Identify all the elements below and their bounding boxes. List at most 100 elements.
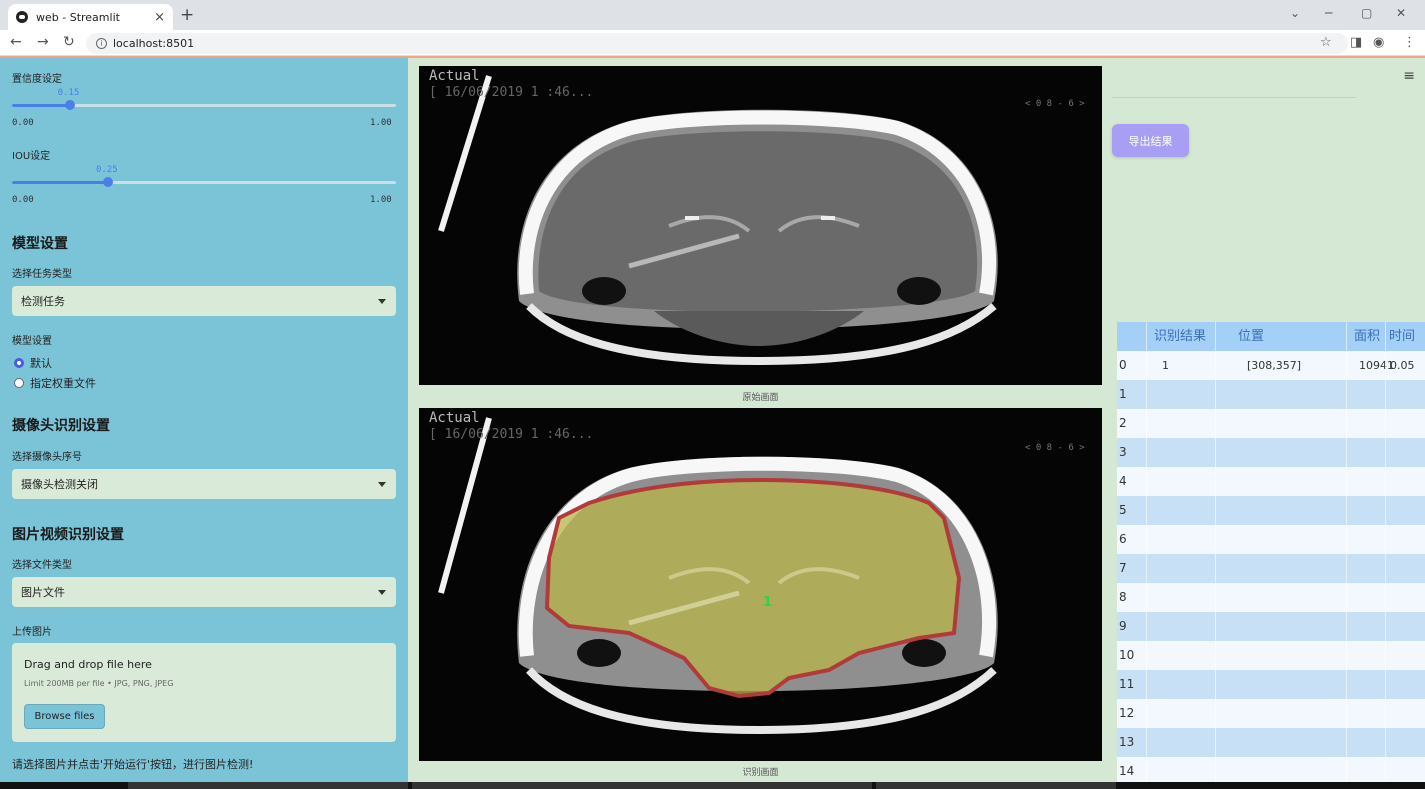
column-header[interactable] [1119, 322, 1149, 351]
export-results-button[interactable]: 导出结果 [1112, 124, 1189, 157]
position-cell [1247, 525, 1357, 554]
profile-avatar-icon[interactable]: ◉ [1373, 35, 1384, 50]
original-caption: 原始画面 [742, 393, 779, 403]
overlay-date-2: [ 16/06/2019 1 :46... [429, 427, 593, 442]
position-cell [1247, 380, 1357, 409]
iou-slider[interactable] [12, 177, 396, 187]
reload-icon[interactable]: ↻ [63, 34, 75, 50]
overlay-date: [ 16/06/2019 1 :46... [429, 85, 593, 100]
column-header[interactable]: 识别结果 [1154, 322, 1234, 351]
ct-scan-original: Actual [ 16/06/2019 1 :46... < 0 8 - 6 > [419, 66, 1102, 385]
minimize-icon[interactable]: ─ [1325, 6, 1332, 20]
url-input[interactable]: i localhost:8501 [86, 33, 1348, 54]
table-row[interactable]: 12 [1117, 699, 1425, 728]
position-cell [1247, 438, 1357, 467]
result-cell [1162, 467, 1242, 496]
site-info-icon[interactable]: i [96, 38, 107, 49]
time-cell [1390, 554, 1425, 583]
tab-search-icon[interactable]: ⌄ [1290, 6, 1300, 20]
window-close-icon[interactable]: ✕ [1396, 6, 1406, 20]
time-cell [1390, 583, 1425, 612]
radio-custom-label: 指定权重文件 [30, 377, 96, 390]
upload-label: 上传图片 [12, 627, 52, 638]
row-index: 5 [1119, 503, 1127, 517]
browser-tab-bar: web - Streamlit × + ⌄ ─ ▢ ✕ [0, 0, 1425, 30]
sidebar: 置信度设定 0.15 0.00 1.00 IOU设定 0.25 0.00 1.0… [0, 58, 408, 782]
table-row[interactable]: 5 [1117, 496, 1425, 525]
table-row[interactable]: 6 [1117, 525, 1425, 554]
table-row[interactable]: 10 [1117, 641, 1425, 670]
file-dropzone[interactable]: Drag and drop file here Limit 200MB per … [12, 643, 396, 742]
column-header[interactable]: 位置 [1238, 322, 1348, 351]
forward-arrow-icon[interactable]: → [37, 34, 49, 50]
chevron-down-icon [378, 482, 386, 487]
camera-index-label: 选择摄像头序号 [12, 452, 82, 463]
position-cell [1247, 496, 1357, 525]
table-row[interactable]: 7 [1117, 554, 1425, 583]
chevron-down-icon [378, 590, 386, 595]
result-cell [1162, 583, 1242, 612]
side-panel-icon[interactable]: ◨ [1350, 35, 1362, 50]
time-cell [1390, 699, 1425, 728]
model-label: 模型设置 [12, 336, 52, 347]
time-cell: 0.05 [1390, 359, 1415, 372]
radio-custom-weights[interactable]: 指定权重文件 [14, 375, 96, 391]
radio-default-label: 默认 [30, 357, 52, 370]
main-content: Actual [ 16/06/2019 1 :46... < 0 8 - 6 >… [408, 58, 1425, 782]
hamburger-menu-icon[interactable]: ≡ [1403, 68, 1415, 84]
row-index: 11 [1119, 677, 1135, 691]
time-cell [1390, 496, 1425, 525]
browser-menu-icon[interactable]: ⋮ [1403, 35, 1416, 50]
radio-default[interactable]: 默认 [14, 355, 52, 371]
browser-tab[interactable]: web - Streamlit × [8, 4, 173, 30]
divider [1112, 97, 1356, 98]
position-cell [1247, 757, 1357, 782]
confidence-value: 0.15 [57, 88, 80, 98]
back-arrow-icon[interactable]: ← [10, 34, 22, 50]
ct-scan-detected: 1 Actual [ 16/06/2019 1 :46... < 0 8 - 6… [419, 408, 1102, 761]
column-divider [1385, 322, 1386, 782]
task-type-select[interactable]: 检测任务 [12, 286, 396, 316]
confidence-slider-fill [12, 104, 70, 107]
row-index: 3 [1119, 445, 1127, 459]
table-row[interactable]: 13 [1117, 728, 1425, 757]
time-cell [1390, 409, 1425, 438]
table-row[interactable]: 4 [1117, 467, 1425, 496]
dropzone-limit: Limit 200MB per file • JPG, PNG, JPEG [24, 679, 174, 688]
confidence-label: 置信度设定 [12, 74, 62, 85]
position-cell [1247, 728, 1357, 757]
result-cell: 1 [1162, 359, 1169, 372]
file-type-select[interactable]: 图片文件 [12, 577, 396, 607]
table-row[interactable]: 8 [1117, 583, 1425, 612]
result-cell [1162, 728, 1242, 757]
result-cell [1162, 612, 1242, 641]
table-row[interactable]: 01[308,357]1094130.05 [1117, 351, 1425, 380]
result-cell [1162, 554, 1242, 583]
table-row[interactable]: 14 [1117, 757, 1425, 782]
table-row[interactable]: 11 [1117, 670, 1425, 699]
row-index: 0 [1119, 358, 1127, 372]
browse-files-button[interactable]: Browse files [24, 704, 105, 729]
result-cell [1162, 699, 1242, 728]
bookmark-star-icon[interactable]: ☆ [1320, 35, 1332, 50]
iou-slider-thumb[interactable] [103, 177, 113, 187]
dropzone-text: Drag and drop file here [24, 658, 152, 671]
tab-close-icon[interactable]: × [154, 10, 165, 25]
iou-max: 1.00 [370, 195, 392, 205]
file-type-label: 选择文件类型 [12, 560, 72, 571]
radio-unchecked-icon [14, 378, 24, 388]
confidence-slider[interactable] [12, 100, 396, 110]
row-index: 10 [1119, 648, 1135, 662]
new-tab-icon[interactable]: + [180, 5, 194, 25]
table-row[interactable]: 9 [1117, 612, 1425, 641]
confidence-min: 0.00 [12, 118, 34, 128]
table-row[interactable]: 3 [1117, 438, 1425, 467]
camera-index-select[interactable]: 摄像头检测关闭 [12, 469, 396, 499]
table-row[interactable]: 1 [1117, 380, 1425, 409]
column-header[interactable]: 时间 [1389, 322, 1425, 351]
maximize-icon[interactable]: ▢ [1361, 6, 1372, 20]
confidence-slider-thumb[interactable] [64, 100, 75, 110]
results-table: 识别结果位置面积时间01[308,357]1094130.05123456789… [1117, 322, 1425, 782]
address-bar: ← → ↻ i localhost:8501 ☆ ◨ ◉ ⋮ [0, 30, 1425, 56]
table-row[interactable]: 2 [1117, 409, 1425, 438]
